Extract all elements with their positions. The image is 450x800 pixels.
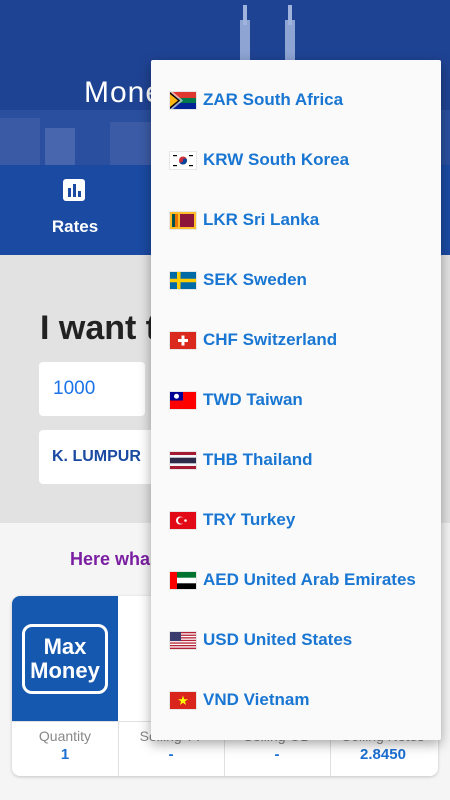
tw-flag-icon (170, 392, 196, 409)
tab-rates-label: Rates (51, 217, 99, 236)
tr-flag-icon (170, 512, 196, 529)
tab-rates[interactable]: Rates (30, 165, 120, 255)
option-label: USD United States (203, 630, 353, 649)
col-value: - (274, 746, 280, 763)
logo-line1: Max (43, 634, 87, 659)
za-flag-icon (170, 92, 196, 109)
option-label: TWD Taiwan (203, 390, 303, 409)
col-quantity: Quantity 1 (12, 722, 119, 776)
lk-flag-icon (170, 212, 196, 229)
kr-flag-icon (170, 152, 196, 169)
bar-chart-icon (63, 179, 85, 201)
col-value: 1 (60, 746, 70, 763)
currency-dropdown[interactable]: ZAR South Africa KRW South Korea LKR Sri… (151, 60, 441, 740)
col-value: - (168, 746, 174, 763)
option-label: TRY Turkey (203, 510, 296, 529)
logo-line2: Money (30, 658, 100, 683)
maxmoney-logo: Max Money (22, 624, 108, 694)
option-thb[interactable]: THB Thailand (151, 430, 441, 490)
location-select[interactable]: K. LUMPUR (39, 430, 169, 484)
amount-input[interactable]: 1000 (39, 362, 145, 416)
col-value: 2.8450 (360, 746, 406, 763)
option-label: ZAR South Africa (203, 90, 344, 109)
option-label: KRW South Korea (203, 150, 350, 169)
option-label: AED United Arab Emirates (203, 570, 416, 589)
option-vnd[interactable]: VND Vietnam (151, 670, 441, 730)
col-header: Quantity (38, 728, 92, 744)
se-flag-icon (170, 272, 196, 289)
option-label: CHF Switzerland (203, 330, 338, 349)
ch-flag-icon (170, 332, 196, 349)
logo-panel: Max Money (12, 596, 118, 721)
option-label: THB Thailand (203, 450, 313, 469)
option-label: LKR Sri Lanka (203, 210, 320, 229)
vn-flag-icon (170, 692, 196, 709)
ae-flag-icon (170, 572, 196, 589)
th-flag-icon (170, 452, 196, 469)
us-flag-icon (170, 632, 196, 649)
form-heading: I want t (40, 309, 158, 347)
option-label: SEK Sweden (203, 270, 307, 289)
results-heading: Here wha (70, 549, 151, 569)
option-label: VND Vietnam (203, 690, 310, 709)
